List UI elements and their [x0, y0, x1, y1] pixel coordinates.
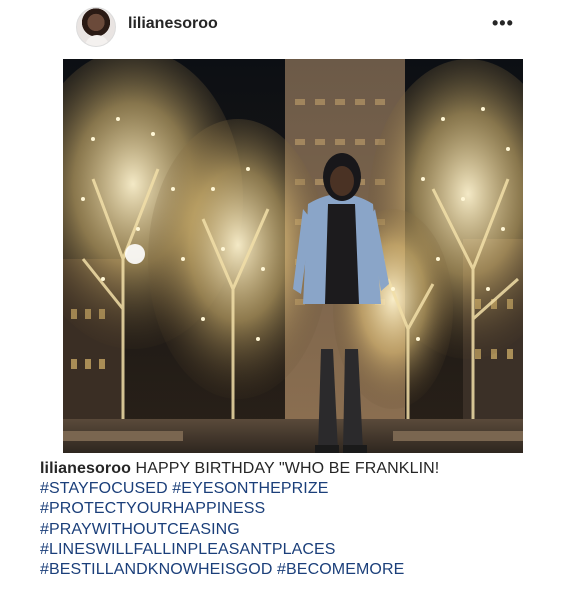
more-options-icon[interactable]: ••• — [492, 13, 514, 34]
post-photo[interactable] — [63, 59, 523, 453]
hashtag-link[interactable]: #BECOMEMORE — [277, 561, 404, 578]
post-username[interactable]: lilianesoroo — [128, 15, 218, 33]
hashtag-link[interactable]: #BESTILLANDKNOWHEISGOD — [40, 561, 272, 578]
hashtag-link[interactable]: #STAYFOCUSED — [40, 480, 168, 497]
hashtag-line: #STAYFOCUSED #EYESONTHEPRIZE — [40, 479, 560, 499]
hashtag-line: #PRAYWITHOUTCEASING — [40, 520, 560, 540]
caption-text: HAPPY BIRTHDAY "WHO BE FRANKLIN! — [135, 460, 440, 477]
hashtag-link[interactable]: #LINESWILLFALLINPLEASANTPLACES — [40, 541, 336, 558]
hashtag-line: #LINESWILLFALLINPLEASANTPLACES — [40, 540, 560, 560]
avatar[interactable] — [76, 7, 116, 47]
caption-line: lilianesoroo HAPPY BIRTHDAY "WHO BE FRAN… — [40, 459, 560, 479]
hashtag-link[interactable]: #PROTECTYOURHAPPINESS — [40, 500, 265, 517]
hashtag-line: #BESTILLANDKNOWHEISGOD #BECOMEMORE — [40, 560, 560, 580]
post-caption: lilianesoroo HAPPY BIRTHDAY "WHO BE FRAN… — [40, 459, 560, 580]
hashtag-link[interactable]: #EYESONTHEPRIZE — [172, 480, 328, 497]
hashtag-line: #PROTECTYOURHAPPINESS — [40, 499, 560, 519]
post-header: lilianesoroo ••• — [0, 0, 584, 52]
hashtag-link[interactable]: #PRAYWITHOUTCEASING — [40, 521, 240, 538]
caption-username[interactable]: lilianesoroo — [40, 460, 131, 477]
